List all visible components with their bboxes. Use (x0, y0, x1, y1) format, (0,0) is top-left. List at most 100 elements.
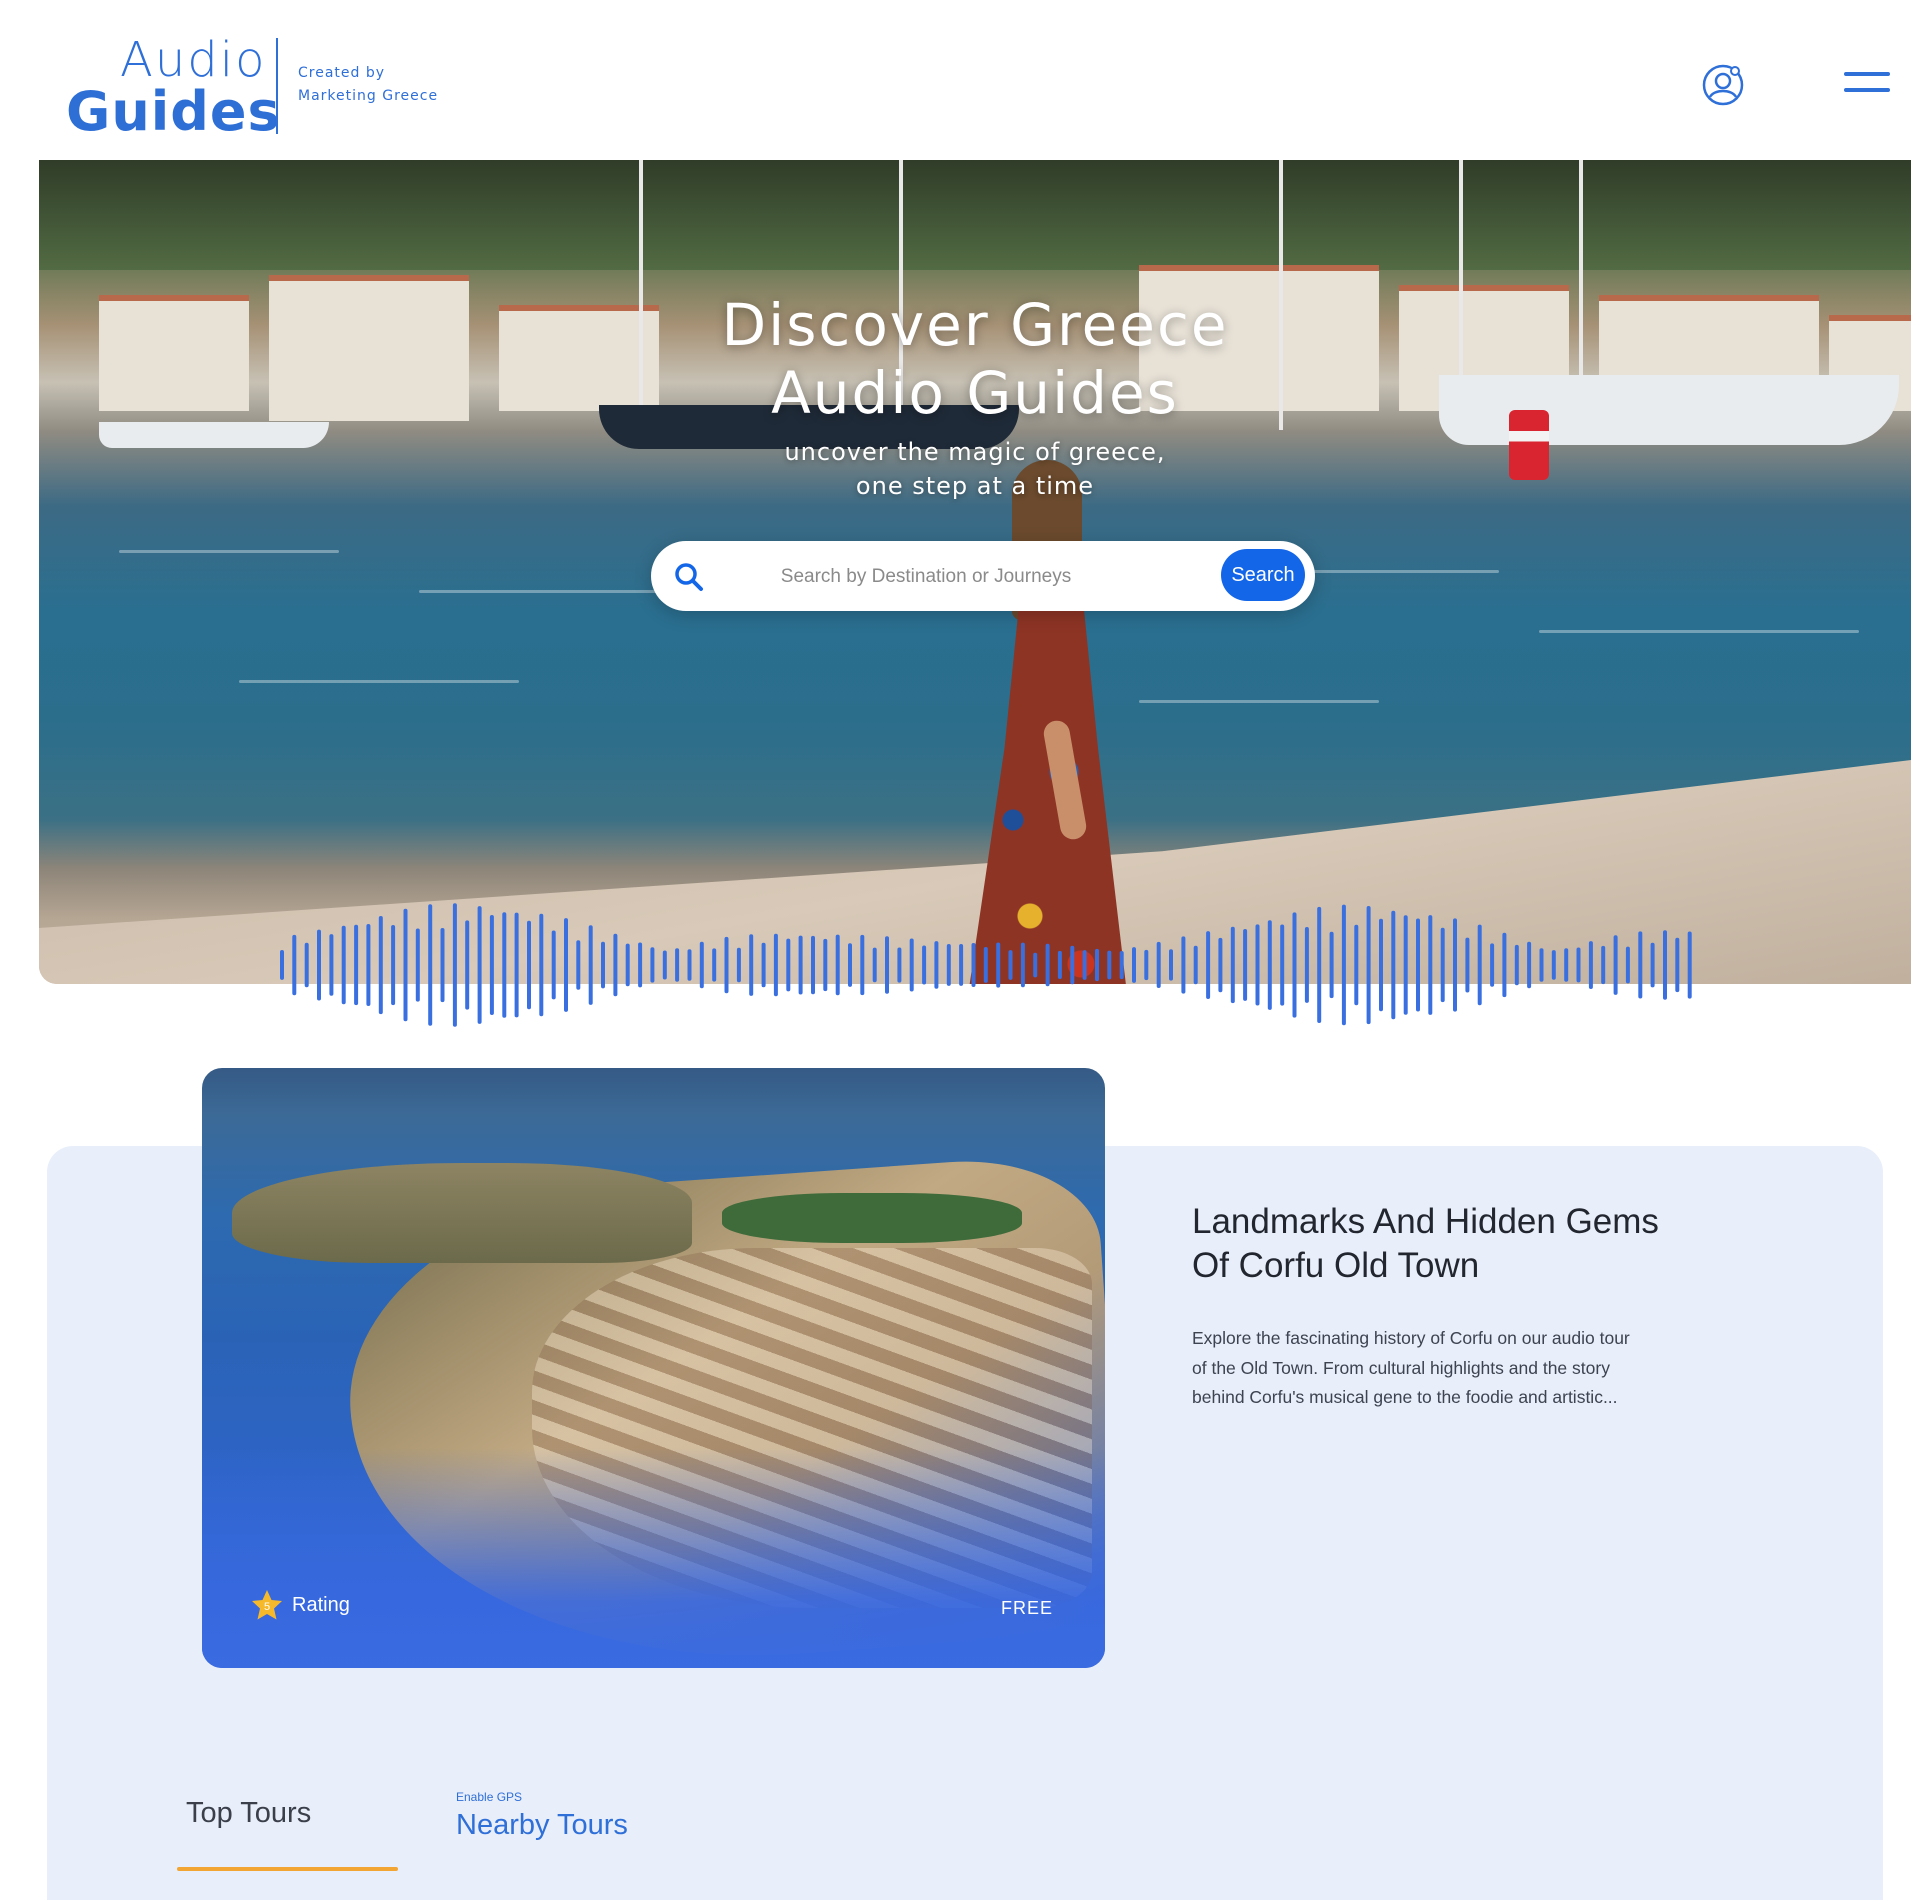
tab-nearby-tours[interactable]: Nearby Tours (456, 1809, 628, 1842)
waveform-bar (1082, 950, 1087, 980)
hero-banner: Discover Greece Audio Guides uncover the… (39, 160, 1911, 984)
waveform-bar (1317, 906, 1322, 1023)
waveform-bar (1280, 924, 1285, 1006)
waveform-bar (354, 924, 359, 1006)
waveform-bar (675, 948, 680, 982)
price-label: FREE (1000, 1598, 1053, 1618)
waveform-bar (1169, 949, 1173, 981)
waveform-bar (1008, 950, 1013, 980)
hero-title-line-1: Discover Greece (721, 291, 1229, 359)
waveform-bar (712, 948, 717, 982)
waveform-bar (304, 942, 309, 988)
description-line: Explore the fascinating history of Corfu… (1192, 1328, 1630, 1348)
waveform-bar (465, 920, 470, 1010)
waveform-bar (1625, 946, 1630, 984)
audio-waveform (280, 903, 1692, 1027)
waveform-bar (514, 912, 519, 1018)
waveform-bar (724, 936, 729, 994)
featured-title-line-1: Landmarks And Hidden Gems (1192, 1202, 1659, 1241)
waveform-bar (848, 943, 852, 987)
waveform-bar (1132, 947, 1136, 983)
description-line: behind Corfu's musical gene to the foodi… (1192, 1387, 1618, 1407)
waveform-bar (1527, 941, 1532, 989)
waveform-bar (749, 934, 754, 996)
featured-title-line-2: Of Corfu Old Town (1192, 1246, 1480, 1285)
waveform-bar (625, 943, 630, 987)
credit-line-1: Created by (298, 65, 386, 81)
waveform-bar (527, 920, 531, 1010)
waveform-bar (1057, 950, 1062, 979)
search-input[interactable] (729, 553, 1123, 601)
waveform-bar (391, 925, 396, 1006)
hero-subtitle: uncover the magic of greece, one step at… (39, 435, 1911, 503)
old-fortress (232, 1163, 692, 1263)
waveform-bar (489, 915, 494, 1015)
waveform-bar (786, 938, 791, 992)
waveform-bar (1329, 931, 1334, 999)
waveform-bar (1292, 912, 1297, 1018)
waveform-bar (1119, 951, 1124, 980)
waveform-bar (934, 941, 939, 989)
featured-tour-card[interactable]: 5 Rating FREE (202, 1068, 1105, 1668)
waveform-bar (329, 934, 334, 996)
waveform-bar (477, 906, 482, 1024)
hamburger-menu-icon[interactable] (1844, 70, 1892, 100)
waveform-bar (1304, 927, 1309, 1003)
waveform-bar (1243, 929, 1248, 1001)
waveform-bar (897, 947, 902, 983)
user-account-icon[interactable] (1700, 62, 1746, 108)
waveform-bar (1255, 924, 1260, 1006)
waveform-bar (1341, 904, 1346, 1026)
waveform-bar (1267, 920, 1272, 1010)
waveform-bar (403, 908, 408, 1022)
waveform-bar (971, 943, 976, 987)
enable-gps-hint[interactable]: Enable GPS (456, 1790, 522, 1804)
waveform-bar (1663, 930, 1667, 1000)
tab-top-tours[interactable]: Top Tours (186, 1797, 311, 1830)
waveform-bar (1366, 906, 1371, 1025)
hero-subtitle-line-2: one step at a time (855, 472, 1095, 500)
waveform-bar (440, 928, 445, 1003)
waveform-bar (317, 929, 321, 1001)
tour-rating: 5 Rating (250, 1588, 350, 1622)
waveform-bar (613, 933, 618, 997)
waveform-bar (1070, 945, 1075, 985)
rating-value: 5 (264, 1601, 270, 1613)
waveform-bar (564, 918, 568, 1012)
waveform-bar (415, 928, 420, 1002)
waveform-bar (1551, 950, 1556, 980)
waveform-bar (687, 949, 692, 981)
logo-credit: Created by Marketing Greece (298, 62, 478, 108)
waveform-bar (1588, 941, 1593, 989)
waveform-bar (601, 941, 605, 989)
waveform-bar (922, 945, 927, 985)
waveform-bar (773, 933, 778, 997)
active-tab-indicator (177, 1867, 398, 1871)
waveform-bar (761, 942, 766, 988)
waveform-bar (1638, 931, 1643, 999)
waveform-bar (699, 941, 704, 989)
waveform-bar (959, 944, 964, 986)
waveform-bar (1391, 910, 1396, 1020)
waveform-bar (1650, 942, 1655, 988)
waveform-bar (996, 942, 1001, 988)
search-button[interactable]: Search (1221, 549, 1305, 601)
waveform-bar (292, 934, 297, 996)
waveform-bar (1465, 937, 1470, 993)
description-line: of the Old Town. From cultural highlight… (1192, 1357, 1610, 1378)
waveform-bar (946, 944, 951, 986)
hero-title: Discover Greece Audio Guides (39, 291, 1911, 427)
waveform-bar (1576, 947, 1581, 983)
waveform-bar (1613, 935, 1618, 995)
search-icon[interactable] (673, 561, 705, 593)
rating-label: Rating (292, 1593, 350, 1616)
featured-tour-title[interactable]: Landmarks And Hidden Gems Of Corfu Old T… (1192, 1200, 1752, 1288)
waveform-bar (1095, 948, 1099, 982)
waveform-bar (650, 947, 655, 983)
waveform-bar (1045, 943, 1050, 987)
waveform-bar (551, 930, 556, 1000)
logo-guides-text: Guides (66, 80, 281, 143)
waveform-bar (1020, 942, 1025, 988)
waveform-bar (1218, 937, 1223, 993)
featured-tour-description: Explore the fascinating history of Corfu… (1192, 1324, 1732, 1413)
